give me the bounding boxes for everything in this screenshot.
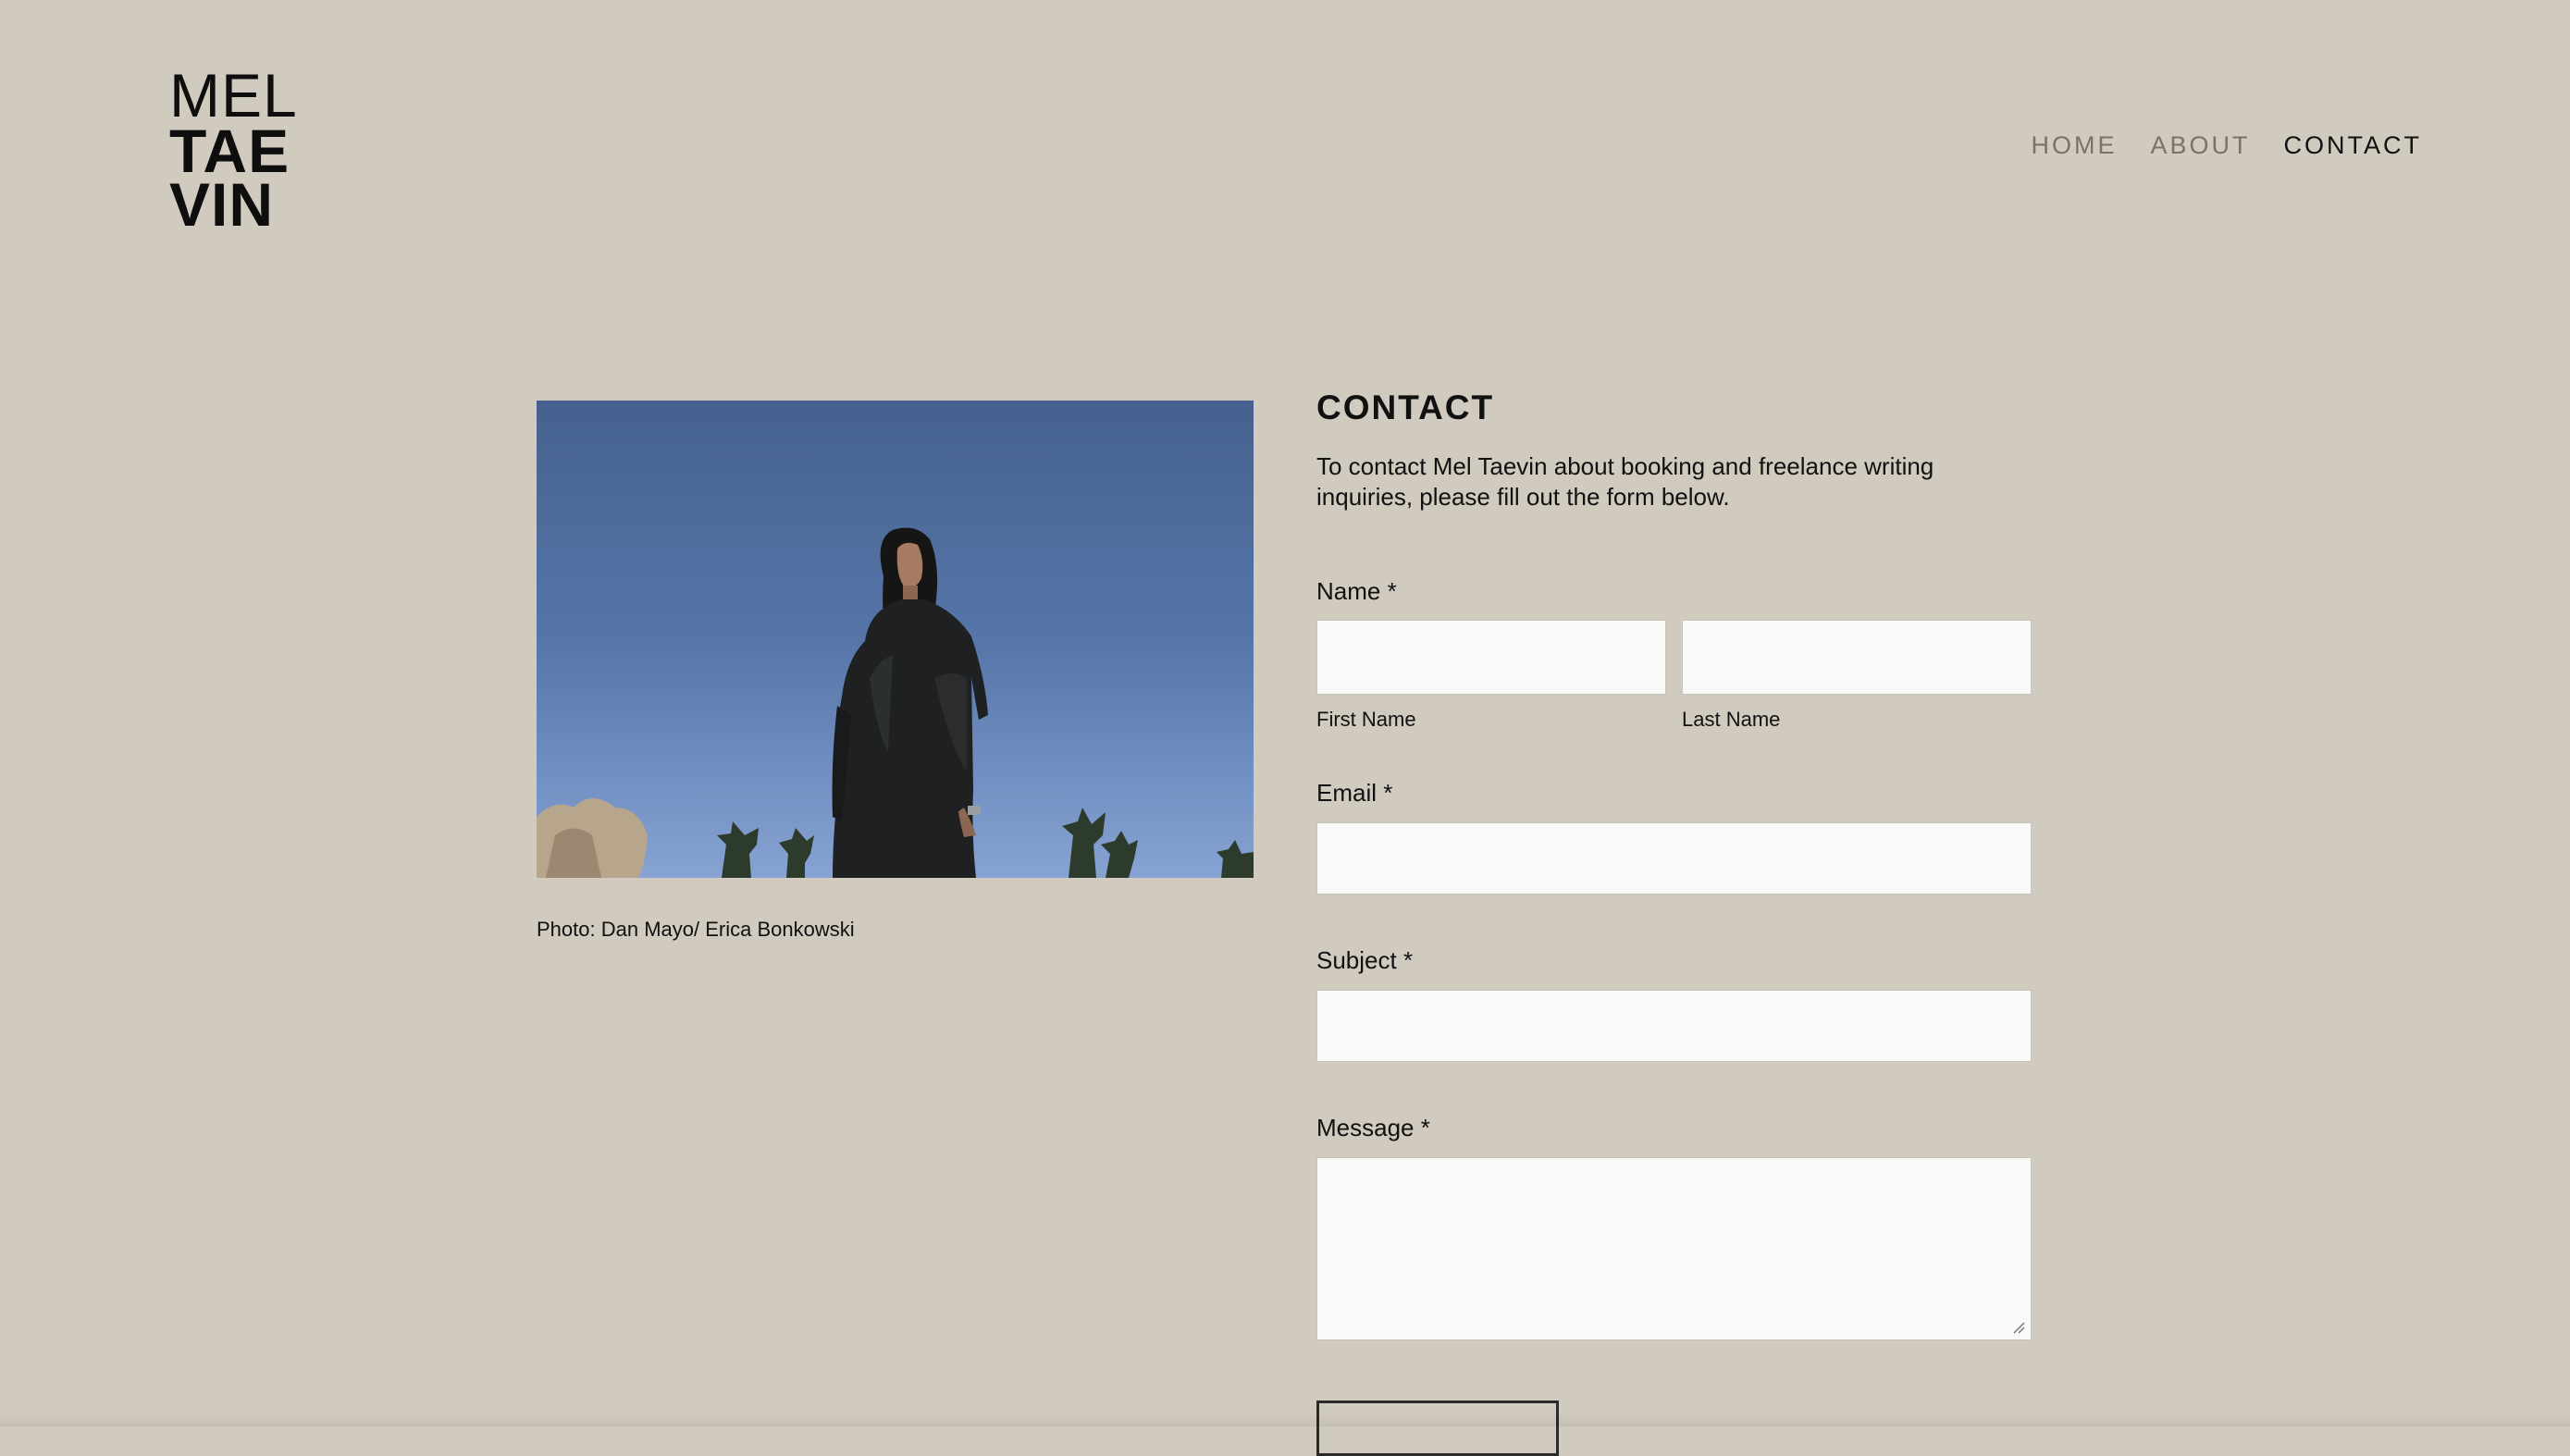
name-label: Name * [1316, 577, 1397, 605]
message-textarea[interactable] [1316, 1157, 2032, 1340]
resize-grip-icon[interactable] [2012, 1321, 2025, 1334]
subject-input[interactable] [1316, 990, 2032, 1062]
site-logo[interactable]: MEL TAE VIN [169, 61, 299, 235]
main-nav: HOME ABOUT CONTACT [2031, 131, 2422, 160]
email-label: Email * [1316, 779, 1393, 807]
contact-form: CONTACT To contact Mel Taevin about book… [1316, 389, 2032, 1456]
message-label: Message * [1316, 1114, 1430, 1141]
submit-button[interactable] [1316, 1400, 1559, 1456]
nav-about-link[interactable]: ABOUT [2150, 131, 2250, 160]
nav-home-link[interactable]: HOME [2031, 131, 2117, 160]
photo-caption: Photo: Dan Mayo/ Erica Bonkowski [537, 918, 855, 941]
portrait-photo [537, 401, 1254, 878]
nav-contact-link[interactable]: CONTACT [2284, 131, 2423, 160]
subject-label: Subject * [1316, 946, 1414, 974]
name-row: First Name Last Name [1316, 620, 2032, 732]
last-name-input[interactable] [1682, 620, 2032, 695]
page-title: CONTACT [1316, 389, 1495, 426]
contact-intro: To contact Mel Taevin about booking and … [1316, 452, 1934, 511]
first-name-group: First Name [1316, 620, 1666, 732]
last-name-sublabel: Last Name [1682, 708, 1781, 731]
first-name-sublabel: First Name [1316, 708, 1416, 731]
logo-line-1: MEL [169, 61, 298, 130]
window-bottom-shadow [0, 1413, 2570, 1426]
first-name-input[interactable] [1316, 620, 1666, 695]
last-name-group: Last Name [1682, 620, 2032, 732]
email-input[interactable] [1316, 822, 2032, 895]
logo-line-2: TAE [169, 117, 290, 185]
